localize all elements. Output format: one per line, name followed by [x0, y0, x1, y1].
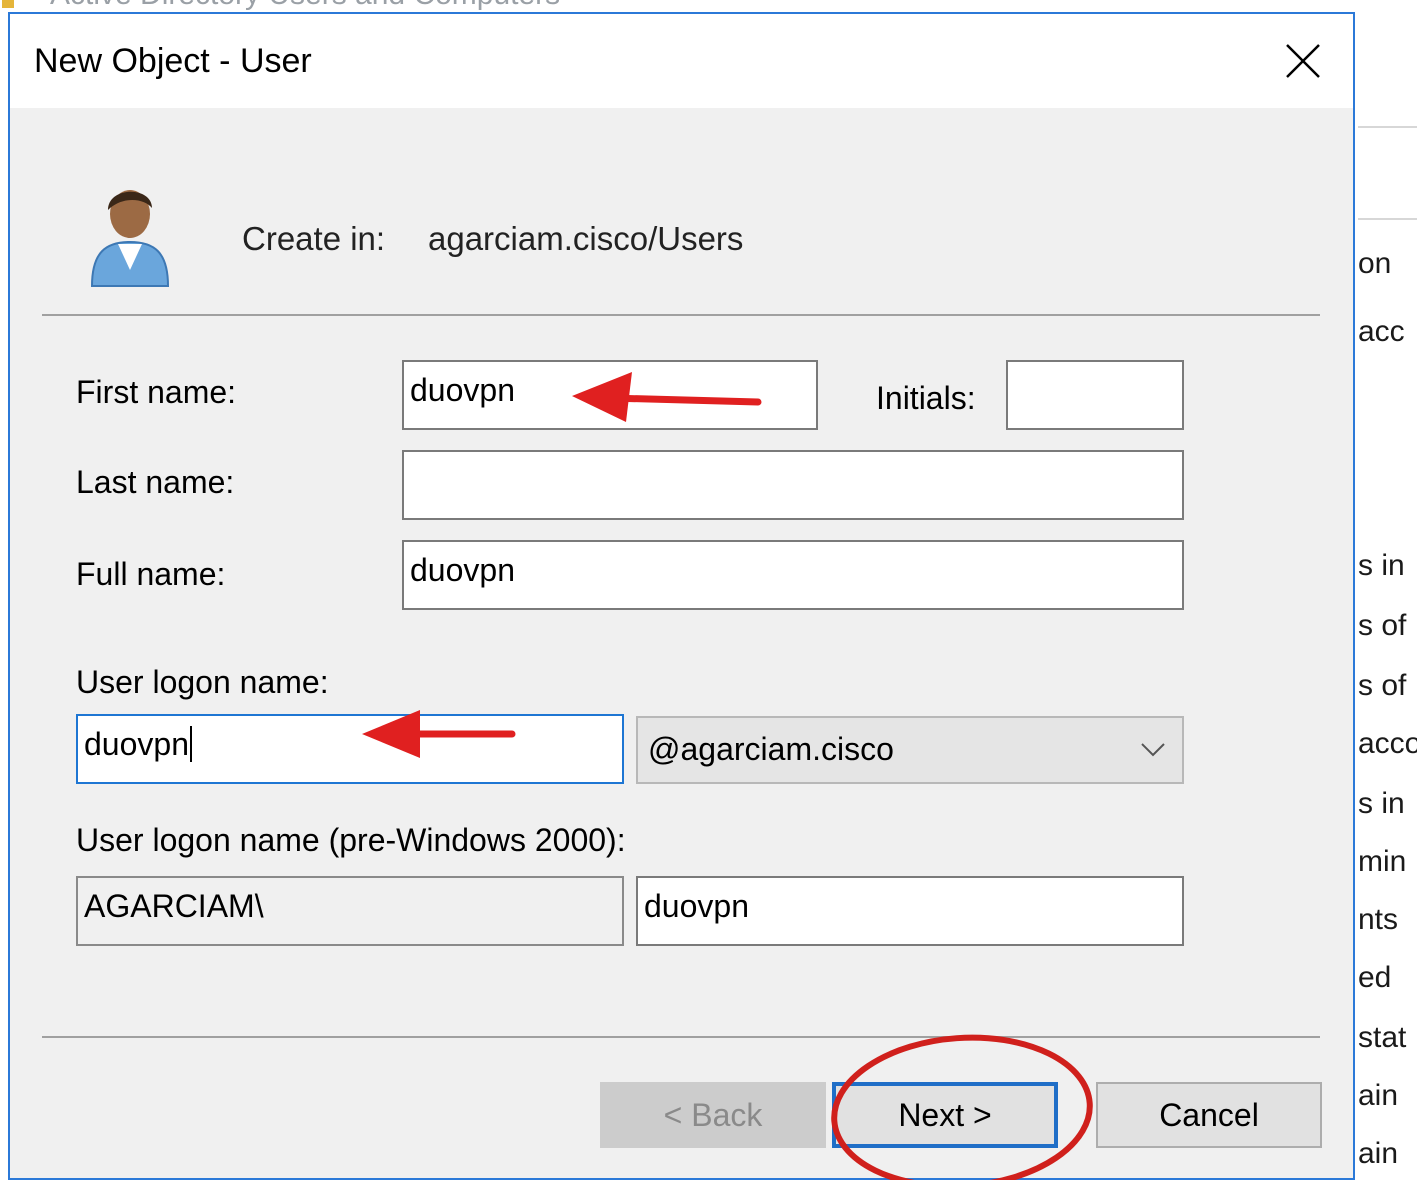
background-list-text: acc — [1358, 315, 1405, 348]
separator — [42, 314, 1320, 316]
last-name-input[interactable] — [402, 450, 1184, 520]
initials-input[interactable] — [1006, 360, 1184, 430]
chevron-down-icon — [1141, 743, 1165, 757]
background-list-text: acco — [1358, 727, 1417, 760]
user-logon-name-value: duovpn — [84, 726, 189, 762]
background-list-text: on — [1358, 247, 1392, 280]
background-list-text: nts — [1358, 903, 1399, 936]
first-name-label: First name: — [76, 374, 237, 410]
background-list-text: s of — [1358, 669, 1407, 702]
create-in-value: agarciam.cisco/Users — [428, 220, 744, 257]
dialog-title: New Object - User — [34, 42, 312, 80]
back-button[interactable]: < Back — [600, 1082, 826, 1148]
cancel-button[interactable]: Cancel — [1096, 1082, 1322, 1148]
background-list-text: s in — [1358, 787, 1405, 820]
background-list-text: s in — [1358, 549, 1405, 582]
create-in-label: Create in: — [242, 220, 386, 257]
next-button[interactable]: Next > — [832, 1082, 1058, 1148]
close-button[interactable] — [1253, 14, 1353, 108]
user-logon-name-label: User logon name: — [76, 664, 329, 700]
pre-windows-2000-name-input[interactable]: duovpn — [636, 876, 1184, 946]
user-logon-name-input[interactable]: duovpn — [76, 714, 624, 784]
folder-icon — [2, 0, 14, 8]
full-name-label: Full name: — [76, 556, 226, 592]
user-avatar-icon — [90, 190, 170, 287]
background-list-text: stat — [1358, 1021, 1407, 1054]
full-name-input[interactable]: duovpn — [402, 540, 1184, 610]
pre-windows-2000-domain-field: AGARCIAM\ — [76, 876, 624, 946]
background-list-text: ain — [1358, 1079, 1399, 1112]
dialog-titlebar: New Object - User — [10, 14, 1353, 108]
background-list-text: ed — [1358, 961, 1392, 994]
background-list-text: ain — [1358, 1137, 1399, 1170]
separator — [42, 1036, 1320, 1038]
first-name-input[interactable]: duovpn — [402, 360, 818, 430]
text-caret — [189, 725, 192, 762]
initials-label: Initials: — [876, 380, 976, 416]
pre-windows-2000-label: User logon name (pre-Windows 2000): — [76, 822, 626, 858]
background-divider — [1358, 218, 1417, 220]
upn-suffix-dropdown[interactable]: @agarciam.cisco — [636, 716, 1184, 784]
close-icon — [1286, 44, 1320, 78]
upn-suffix-value: @agarciam.cisco — [648, 731, 894, 767]
background-window-title: Active Directory Users and Computers — [50, 0, 560, 12]
new-object-user-dialog: New Object - User Create in: agarciam.ci… — [8, 12, 1355, 1180]
last-name-label: Last name: — [76, 464, 235, 500]
background-divider — [1358, 126, 1417, 128]
background-list-text: min — [1358, 845, 1407, 878]
background-list-text: s of — [1358, 609, 1407, 642]
